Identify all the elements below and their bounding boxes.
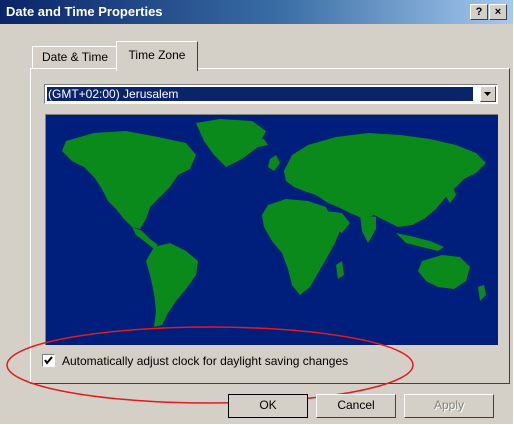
apply-button[interactable]: Apply bbox=[404, 394, 494, 418]
title-bar[interactable]: Date and Time Properties ? × bbox=[0, 0, 513, 24]
dst-checkbox[interactable] bbox=[42, 354, 55, 367]
timezone-dropdown[interactable]: (GMT+02:00) Jerusalem bbox=[44, 84, 498, 104]
uk-landmass bbox=[268, 155, 280, 171]
central-america-landmass bbox=[132, 227, 158, 249]
africa-landmass bbox=[262, 199, 340, 295]
madagascar-landmass bbox=[336, 261, 344, 279]
cancel-button[interactable]: Cancel bbox=[316, 394, 396, 418]
world-map-graphic bbox=[62, 119, 486, 327]
new-zealand-landmass bbox=[478, 285, 486, 301]
australia-landmass bbox=[418, 255, 470, 289]
south-america-landmass bbox=[146, 243, 198, 327]
checkmark-icon bbox=[44, 356, 53, 365]
india-landmass bbox=[360, 215, 376, 243]
window-title: Date and Time Properties bbox=[6, 4, 163, 19]
world-map bbox=[45, 114, 498, 345]
close-button[interactable]: × bbox=[489, 4, 507, 20]
ok-button[interactable]: OK bbox=[228, 394, 308, 418]
timezone-selected-value: (GMT+02:00) Jerusalem bbox=[47, 87, 473, 101]
chevron-down-icon bbox=[484, 92, 491, 96]
tab-date-time[interactable]: Date & Time bbox=[32, 46, 118, 69]
tab-time-zone[interactable]: Time Zone bbox=[116, 41, 198, 71]
indonesia-landmass bbox=[396, 233, 444, 251]
north-america-landmass bbox=[62, 131, 196, 229]
dst-checkbox-label[interactable]: Automatically adjust clock for daylight … bbox=[62, 354, 348, 368]
help-button[interactable]: ? bbox=[470, 4, 488, 20]
timezone-dropdown-button[interactable] bbox=[480, 86, 496, 102]
date-time-properties-dialog: Date and Time Properties ? × Date & Time… bbox=[0, 0, 513, 424]
